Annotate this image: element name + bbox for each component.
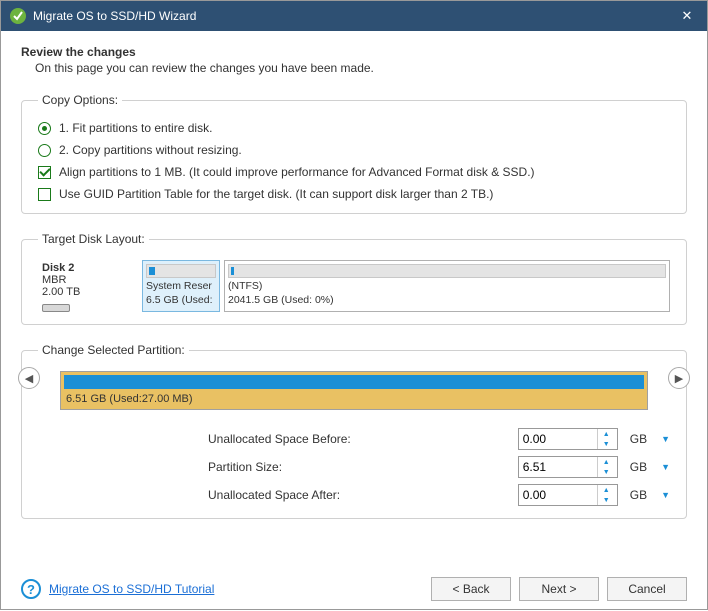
check-align-partitions[interactable]: Align partitions to 1 MB. (It could impr… [38,165,670,179]
checkbox-label: Align partitions to 1 MB. (It could impr… [59,165,535,179]
partition-name: System Reser [146,280,216,294]
space-after-label: Unallocated Space After: [38,488,512,502]
unit-dropdown[interactable]: ▼ [659,490,670,500]
app-icon [9,7,27,25]
disk-size: 2.00 TB [42,286,138,298]
change-partition-legend: Change Selected Partition: [38,343,189,357]
close-button[interactable]: ✕ [675,8,699,24]
page-title: Review the changes [21,45,687,59]
radio-icon [38,144,51,157]
unit-label: GB [624,432,653,446]
space-after-field[interactable] [519,485,597,505]
space-before-label: Unallocated Space Before: [38,432,512,446]
space-after-input[interactable]: ▲▼ [518,484,618,506]
radio-icon [38,122,51,135]
partition-size-input[interactable]: ▲▼ [518,456,618,478]
target-layout-legend: Target Disk Layout: [38,232,149,246]
change-partition-group: Change Selected Partition: ◀ ▶ 6.51 GB (… [21,343,687,519]
partition-preview[interactable]: 6.51 GB (Used:27.00 MB) [60,371,648,410]
disk-type: MBR [42,274,138,286]
partition-detail: 6.5 GB (Used: [146,294,216,308]
radio-label: 2. Copy partitions without resizing. [59,143,242,157]
back-button[interactable]: < Back [431,577,511,601]
spin-down-icon[interactable]: ▼ [598,439,615,449]
copy-options-legend: Copy Options: [38,93,122,107]
checkbox-icon [38,188,51,201]
partition-size-field[interactable] [519,457,597,477]
next-button[interactable]: Next > [519,577,599,601]
unit-dropdown[interactable]: ▼ [659,462,670,472]
radio-label: 1. Fit partitions to entire disk. [59,121,212,135]
disk-info: Disk 2 MBR 2.00 TB [38,260,138,312]
check-use-guid[interactable]: Use GUID Partition Table for the target … [38,187,670,201]
partition-size-label: Partition Size: [38,460,512,474]
partition-usage-bar [64,375,644,389]
disk-icon [42,304,70,312]
cancel-button[interactable]: Cancel [607,577,687,601]
window-title: Migrate OS to SSD/HD Wizard [33,9,675,23]
spin-up-icon[interactable]: ▲ [598,485,615,495]
partition-ntfs[interactable]: (NTFS) 2041.5 GB (Used: 0%) [224,260,670,312]
partition-system-reserved[interactable]: System Reser 6.5 GB (Used: [142,260,220,312]
unit-dropdown[interactable]: ▼ [659,434,670,444]
partition-detail: 2041.5 GB (Used: 0%) [228,294,666,308]
page-subtitle: On this page you can review the changes … [35,61,687,75]
radio-fit-entire-disk[interactable]: 1. Fit partitions to entire disk. [38,121,670,135]
tutorial-link[interactable]: Migrate OS to SSD/HD Tutorial [49,582,214,596]
space-before-input[interactable]: ▲▼ [518,428,618,450]
disk-name: Disk 2 [42,262,138,274]
unit-label: GB [624,460,653,474]
partition-prev-button[interactable]: ◀ [18,367,40,389]
partition-name: (NTFS) [228,280,666,294]
radio-copy-without-resize[interactable]: 2. Copy partitions without resizing. [38,143,670,157]
checkbox-label: Use GUID Partition Table for the target … [59,187,493,201]
titlebar: Migrate OS to SSD/HD Wizard ✕ [1,1,707,31]
spin-up-icon[interactable]: ▲ [598,429,615,439]
space-before-field[interactable] [519,429,597,449]
copy-options-group: Copy Options: 1. Fit partitions to entir… [21,93,687,214]
checkbox-icon [38,166,51,179]
help-icon[interactable]: ? [21,579,41,599]
partition-next-button[interactable]: ▶ [668,367,690,389]
spin-down-icon[interactable]: ▼ [598,467,615,477]
target-disk-layout-group: Target Disk Layout: Disk 2 MBR 2.00 TB S… [21,232,687,325]
spin-down-icon[interactable]: ▼ [598,495,615,505]
partition-preview-label: 6.51 GB (Used:27.00 MB) [64,389,644,406]
unit-label: GB [624,488,653,502]
spin-up-icon[interactable]: ▲ [598,457,615,467]
